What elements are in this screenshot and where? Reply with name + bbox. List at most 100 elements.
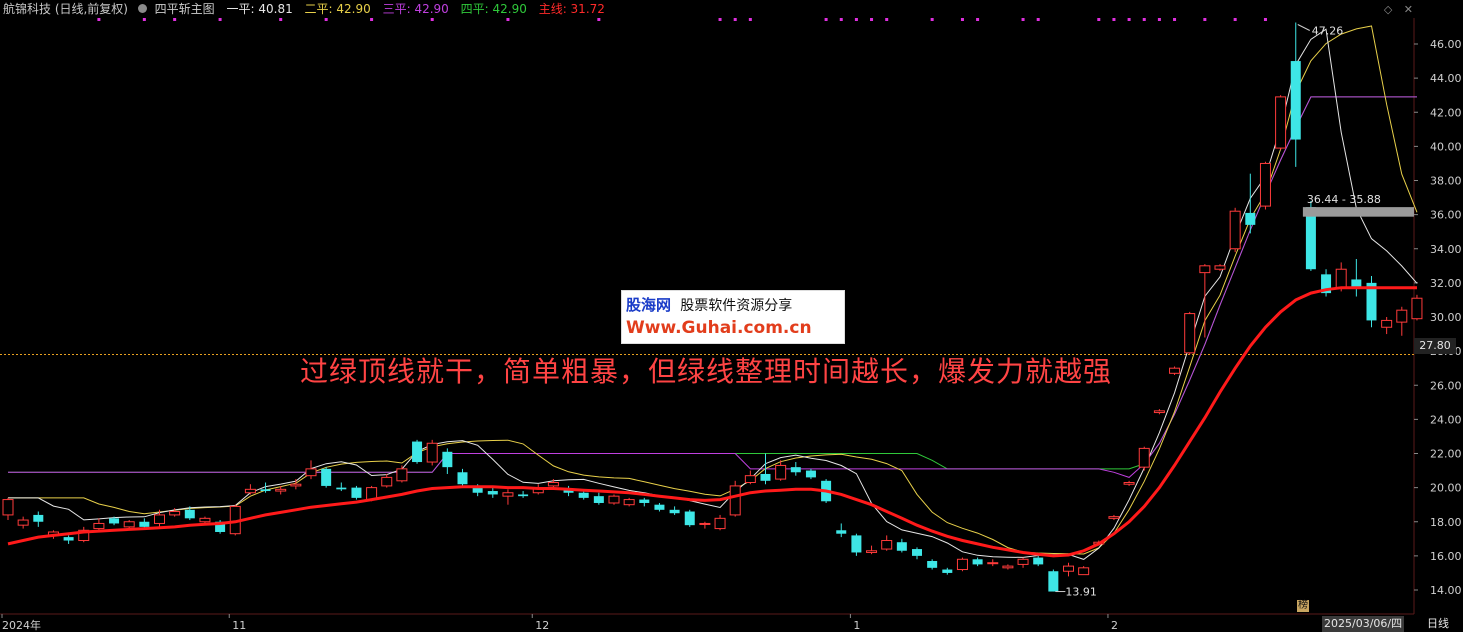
candle-body[interactable] [729, 485, 741, 516]
candle-body[interactable] [1169, 367, 1181, 374]
candle-body[interactable] [714, 517, 726, 530]
candle-body[interactable] [518, 494, 529, 497]
candle-body[interactable] [942, 569, 953, 573]
candle-body[interactable] [578, 492, 589, 498]
indicator-toggle-icon[interactable] [137, 4, 147, 13]
candle-body[interactable] [669, 509, 680, 514]
candle-body[interactable] [502, 492, 514, 497]
candle-body[interactable] [956, 558, 968, 571]
candle-body[interactable] [912, 549, 922, 556]
candle-body[interactable] [487, 491, 498, 495]
candle-body[interactable] [790, 467, 801, 473]
candle-body[interactable] [1290, 61, 1301, 140]
signal-dot [1233, 18, 1237, 21]
signal-dot [1097, 18, 1101, 21]
candle-body[interactable] [275, 488, 287, 492]
period-label[interactable]: 日线 [1427, 616, 1449, 632]
candle-body[interactable] [744, 475, 756, 484]
candle-body[interactable] [321, 468, 332, 486]
stock-title[interactable]: 航锦科技 (日线,前复权) [0, 0, 128, 18]
candle-body[interactable] [896, 542, 907, 551]
candle-body[interactable] [699, 522, 711, 525]
candle-body[interactable] [1078, 567, 1090, 576]
candle-body[interactable] [305, 468, 317, 477]
rank-badge[interactable]: 榜 [1297, 600, 1309, 612]
candle-body[interactable] [244, 488, 256, 494]
candle-body[interactable] [775, 464, 787, 480]
candle-body[interactable] [608, 495, 620, 504]
candle-body[interactable] [184, 509, 195, 519]
candle-body[interactable] [17, 519, 29, 526]
candle-body[interactable] [547, 482, 559, 487]
candle-body[interactable] [1017, 558, 1029, 565]
candle-body[interactable] [805, 470, 816, 478]
candle-body[interactable] [866, 550, 878, 553]
candle-body[interactable] [169, 511, 181, 516]
candle-body[interactable] [851, 535, 862, 553]
candle-body[interactable] [1123, 482, 1135, 485]
signal-dot [1142, 18, 1146, 21]
candle-body[interactable] [1048, 571, 1059, 592]
candle-body[interactable] [972, 559, 983, 565]
signal-dot [506, 18, 510, 21]
candle-body[interactable] [2, 499, 14, 516]
candle-body[interactable] [881, 540, 893, 550]
candle-body[interactable] [260, 489, 271, 492]
candle-body[interactable] [1335, 268, 1347, 289]
candle-body[interactable] [987, 562, 999, 565]
x-tick-label: 1 [853, 619, 860, 632]
candle-body[interactable] [199, 517, 211, 523]
candle-body[interactable] [1259, 162, 1271, 207]
candle-body[interactable] [336, 487, 347, 490]
candle-body[interactable] [33, 514, 44, 522]
high-pointer [1297, 24, 1310, 31]
y-tick-label: 36.00 [1430, 209, 1462, 222]
candle-body[interactable] [109, 518, 120, 524]
candle-body[interactable] [1138, 447, 1150, 468]
candle-body[interactable] [836, 530, 847, 534]
candle-body[interactable] [1153, 410, 1165, 414]
candle-body[interactable] [927, 560, 938, 568]
candle-body[interactable] [351, 487, 362, 498]
candle-body[interactable] [426, 442, 438, 463]
candle-body[interactable] [1199, 265, 1211, 274]
y-tick-label: 44.00 [1430, 72, 1462, 85]
candle-body[interactable] [1108, 516, 1120, 519]
candle-body[interactable] [381, 476, 393, 487]
diamond-icon[interactable]: ◇ [1384, 3, 1392, 16]
candle-body[interactable] [412, 441, 423, 463]
candle-body[interactable] [63, 537, 74, 541]
y-tick-label: 14.00 [1430, 584, 1462, 597]
candle-body[interactable] [1396, 309, 1408, 323]
candle-body[interactable] [684, 511, 695, 526]
candle-body[interactable] [290, 483, 302, 487]
candle-body[interactable] [1063, 565, 1074, 572]
candle-body[interactable] [442, 451, 453, 468]
candle-body[interactable] [472, 487, 483, 493]
candle-body[interactable] [1002, 565, 1014, 569]
close-icon[interactable]: ✕ [1404, 3, 1413, 16]
y-tick-label: 34.00 [1430, 243, 1462, 256]
candle-body[interactable] [1245, 212, 1256, 225]
candle-body[interactable] [639, 499, 650, 503]
candle-body[interactable] [1184, 313, 1196, 354]
candle-body[interactable] [623, 499, 635, 506]
candle-body[interactable] [457, 472, 468, 485]
candle-body[interactable] [1229, 210, 1241, 250]
candle-body[interactable] [123, 521, 135, 528]
indicator-name[interactable]: 四平斩主图 [155, 0, 215, 18]
candle-body[interactable] [1033, 557, 1044, 565]
candle-body[interactable] [1275, 96, 1287, 149]
candle-body[interactable] [396, 468, 408, 482]
candle-body[interactable] [760, 473, 771, 481]
candle-body[interactable] [139, 521, 150, 527]
candle-body[interactable] [1214, 265, 1226, 270]
candle-body[interactable] [1411, 297, 1423, 320]
overlay-annotation: 过绿顶线就干，简单粗暴，但绿线整理时间越长，爆发力就越强 [300, 355, 1113, 388]
candle-body[interactable] [654, 504, 665, 510]
candle-body[interactable] [1381, 319, 1393, 328]
candle-body[interactable] [93, 522, 105, 530]
signal-dot [885, 18, 889, 21]
candle-body[interactable] [154, 514, 165, 524]
candle-body[interactable] [593, 496, 604, 503]
